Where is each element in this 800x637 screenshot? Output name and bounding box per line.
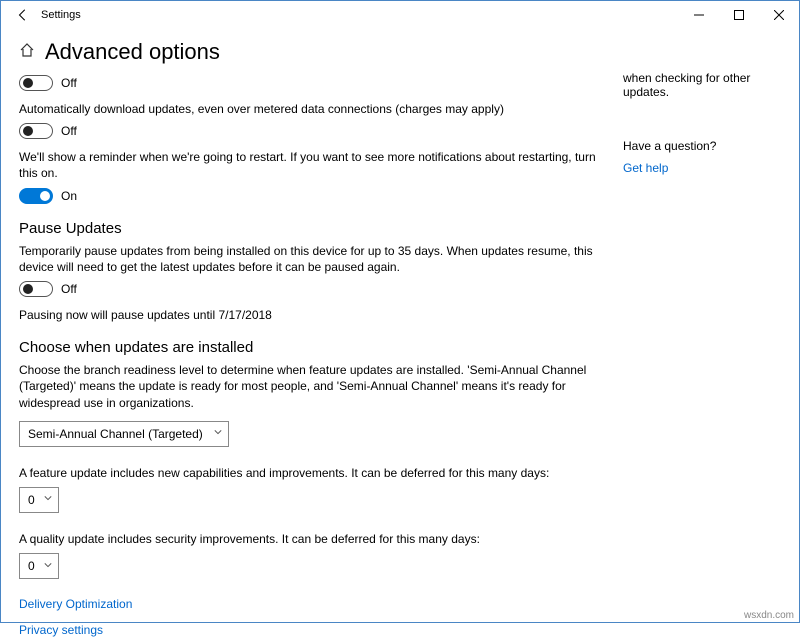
delivery-optimization-link[interactable]: Delivery Optimization (19, 597, 603, 611)
feature-defer-value: 0 (28, 493, 35, 507)
close-button[interactable] (759, 1, 799, 29)
toggle-pause-state: Off (61, 282, 77, 296)
metered-label: Automatically download updates, even ove… (19, 101, 603, 117)
feature-defer-dropdown[interactable]: 0 (19, 487, 59, 513)
get-help-link[interactable]: Get help (623, 161, 781, 175)
quality-defer-dropdown[interactable]: 0 (19, 553, 59, 579)
choose-heading: Choose when updates are installed (19, 339, 603, 356)
feature-defer-label: A feature update includes new capabiliti… (19, 465, 603, 481)
toggle-unknown[interactable] (19, 75, 53, 91)
quality-defer-value: 0 (28, 559, 35, 573)
maximize-button[interactable] (719, 1, 759, 29)
toggle-metered[interactable] (19, 123, 53, 139)
pause-heading: Pause Updates (19, 220, 603, 237)
channel-dropdown[interactable]: Semi-Annual Channel (Targeted) (19, 421, 229, 447)
toggle-restart-state: On (61, 189, 77, 203)
watermark: wsxdn.com (744, 610, 794, 621)
channel-value: Semi-Annual Channel (Targeted) (28, 427, 203, 441)
home-icon[interactable] (19, 42, 35, 62)
quality-defer-label: A quality update includes security impro… (19, 531, 603, 547)
pause-note: Pausing now will pause updates until 7/1… (19, 307, 603, 323)
choose-desc: Choose the branch readiness level to det… (19, 362, 603, 411)
toggle-metered-state: Off (61, 124, 77, 138)
window-title: Settings (41, 9, 81, 21)
chevron-down-icon (214, 428, 222, 439)
toggle-unknown-state: Off (61, 76, 77, 90)
privacy-settings-link[interactable]: Privacy settings (19, 623, 603, 637)
restart-label: We'll show a reminder when we're going t… (19, 149, 603, 181)
toggle-pause[interactable] (19, 281, 53, 297)
sidebar-snippet: when checking for other updates. (623, 71, 781, 99)
pause-desc: Temporarily pause updates from being ins… (19, 243, 603, 275)
minimize-button[interactable] (679, 1, 719, 29)
chevron-down-icon (44, 494, 52, 505)
page-title: Advanced options (45, 39, 220, 65)
toggle-restart[interactable] (19, 188, 53, 204)
chevron-down-icon (44, 561, 52, 572)
sidebar-question: Have a question? (623, 139, 781, 153)
back-button[interactable] (9, 1, 37, 29)
